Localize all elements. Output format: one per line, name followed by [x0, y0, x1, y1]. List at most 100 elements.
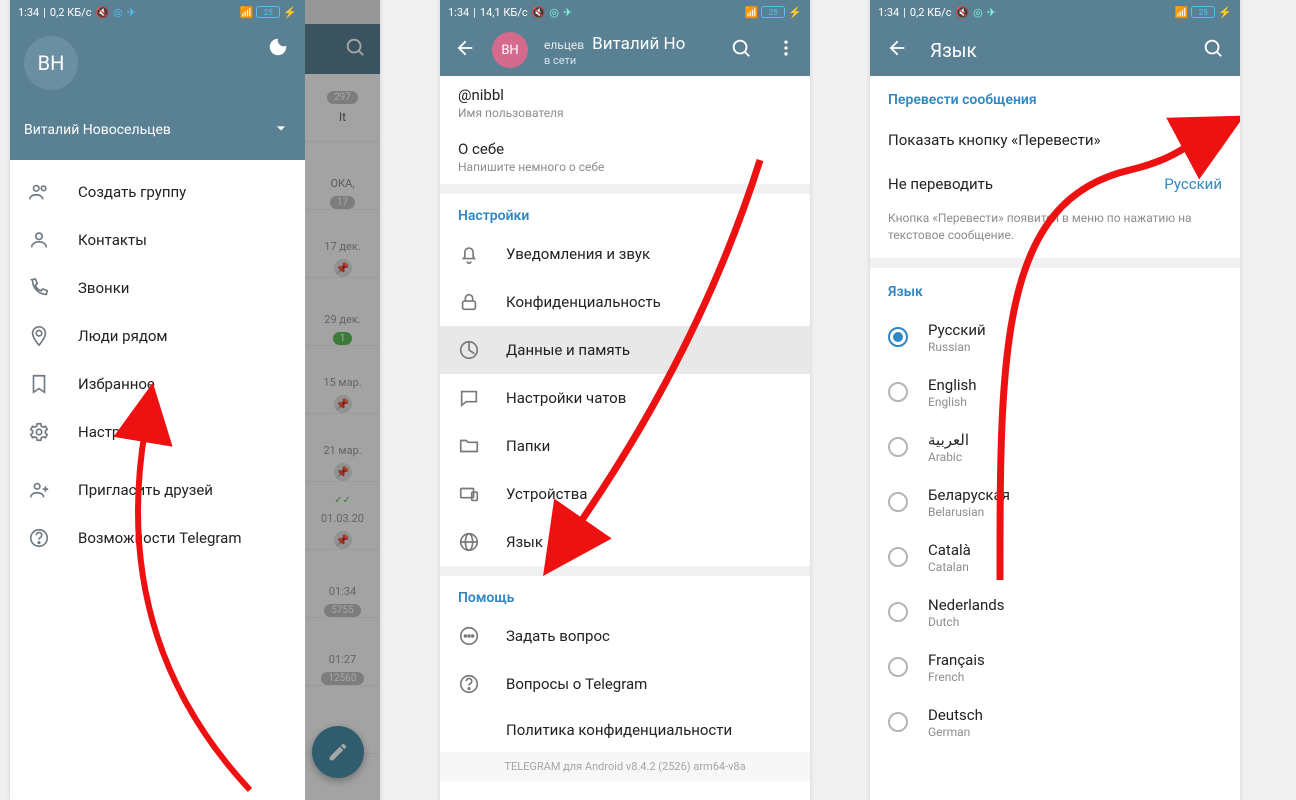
- screenshot-drawer: 297 It ОКА, 17 17 дек. 📌 29 дек. 1 15 ма…: [10, 0, 380, 800]
- user-name: Виталий Новосельцев: [24, 122, 171, 138]
- section-translate: Перевести сообщения: [870, 76, 1240, 118]
- section-title-help: Помощь: [440, 576, 810, 612]
- radio-icon: [888, 712, 908, 732]
- status-time: 1:34: [18, 6, 39, 19]
- row-language[interactable]: Язык: [440, 518, 810, 566]
- question-icon: [458, 673, 480, 695]
- menu-features[interactable]: Возможности Telegram: [10, 514, 305, 562]
- version-label: TELEGRAM для Android v8.4.2 (2526) arm64…: [440, 752, 810, 781]
- mute-icon: 🔇: [955, 6, 969, 19]
- invite-icon: [28, 479, 50, 501]
- row-devices[interactable]: Устройства: [440, 470, 810, 518]
- profile-avatar[interactable]: BH: [492, 32, 528, 68]
- radio-icon: [888, 492, 908, 512]
- battery-icon: 25: [761, 6, 785, 18]
- language-option[interactable]: DeutschGerman: [870, 695, 1240, 750]
- charging-icon: ⚡: [283, 6, 297, 19]
- telegram-icon: ✈: [563, 6, 572, 19]
- menu-invite[interactable]: Пригласить друзей: [10, 466, 305, 514]
- language-option[interactable]: NederlandsDutch: [870, 585, 1240, 640]
- drawer-menu: Создать группу Контакты Звонки Люди рядо…: [10, 160, 305, 570]
- row-notifications[interactable]: Уведомления и звук: [440, 230, 810, 278]
- mute-icon: 🔇: [95, 6, 109, 19]
- radio-icon: [888, 327, 908, 347]
- profile-title: ельцев Виталий Но в сети: [544, 34, 714, 67]
- signal-icon: 📶: [1175, 6, 1189, 19]
- menu-settings[interactable]: Настройки: [10, 408, 305, 456]
- radio-icon: [888, 657, 908, 677]
- charging-icon: ⚡: [788, 6, 802, 19]
- language-option[interactable]: CatalàCatalan: [870, 530, 1240, 585]
- mute-icon: 🔇: [532, 6, 546, 19]
- status-time: 1:34: [878, 6, 899, 19]
- status-bar: 1:34 | 0,2 КБ/с 🔇 ◎ ✈ 📶 25 ⚡: [870, 0, 1240, 24]
- user-avatar[interactable]: BH: [24, 36, 78, 90]
- toggle-switch[interactable]: [1188, 131, 1222, 149]
- menu-calls[interactable]: Звонки: [10, 264, 305, 312]
- menu-label: Пригласить друзей: [78, 481, 213, 499]
- row-data[interactable]: Данные и память: [440, 326, 810, 374]
- menu-nearby[interactable]: Люди рядом: [10, 312, 305, 360]
- menu-label: Возможности Telegram: [78, 529, 242, 547]
- row-chat-settings[interactable]: Настройки чатов: [440, 374, 810, 422]
- globe-icon: [458, 531, 480, 553]
- back-icon[interactable]: [454, 37, 476, 63]
- radio-icon: [888, 602, 908, 622]
- menu-label: Избранное: [78, 375, 155, 393]
- language-option[interactable]: EnglishEnglish: [870, 365, 1240, 420]
- bell-icon: [458, 243, 480, 265]
- section-title-settings: Настройки: [440, 194, 810, 230]
- signal-icon: 📶: [745, 6, 759, 19]
- folder-icon: [458, 435, 480, 457]
- app-icon: ◎: [973, 6, 983, 19]
- language-option[interactable]: العربيةArabic: [870, 420, 1240, 475]
- more-icon[interactable]: [776, 38, 796, 62]
- menu-label: Звонки: [78, 279, 129, 297]
- back-icon[interactable]: [886, 37, 908, 64]
- row-dont-translate[interactable]: Не переводить Русский: [870, 162, 1240, 206]
- radio-icon: [888, 437, 908, 457]
- status-time: 1:34: [448, 6, 469, 19]
- status-net: 0,2 КБ/с: [50, 6, 92, 19]
- menu-label: Создать группу: [78, 183, 186, 201]
- translate-hint: Кнопка «Перевести» появится в меню по на…: [870, 206, 1240, 258]
- row-privacy[interactable]: Конфиденциальность: [440, 278, 810, 326]
- menu-label: Люди рядом: [78, 327, 168, 345]
- search-icon[interactable]: [730, 37, 752, 63]
- row-show-translate[interactable]: Показать кнопку «Перевести»: [870, 118, 1240, 162]
- username-row[interactable]: @nibbl Имя пользователя: [440, 76, 810, 130]
- language-option[interactable]: FrançaisFrench: [870, 640, 1240, 695]
- menu-saved[interactable]: Избранное: [10, 360, 305, 408]
- radio-icon: [888, 382, 908, 402]
- language-list: РусскийRussian EnglishEnglish العربيةAra…: [870, 310, 1240, 750]
- search-icon[interactable]: [1202, 37, 1224, 64]
- page-title: Язык: [930, 39, 1180, 62]
- nearby-icon: [28, 325, 50, 347]
- bookmark-icon: [28, 373, 50, 395]
- telegram-icon: ✈: [987, 6, 996, 19]
- app-icon: ◎: [113, 6, 123, 19]
- row-ask[interactable]: Задать вопрос: [440, 612, 810, 660]
- status-net: 0,2 КБ/с: [910, 6, 952, 19]
- language-option[interactable]: БеларускаяBelarusian: [870, 475, 1240, 530]
- menu-label: Настройки: [78, 423, 154, 441]
- language-option[interactable]: РусскийRussian: [870, 310, 1240, 365]
- devices-icon: [458, 483, 480, 505]
- phone-icon: [28, 277, 50, 299]
- telegram-icon: ✈: [127, 6, 136, 19]
- battery-icon: 25: [256, 6, 280, 18]
- language-header: Язык: [870, 24, 1240, 76]
- app-icon: ◎: [549, 6, 559, 19]
- drawer-header: BH Виталий Новосельцев: [10, 24, 305, 160]
- row-folders[interactable]: Папки: [440, 422, 810, 470]
- expand-icon[interactable]: [271, 118, 291, 142]
- menu-new-group[interactable]: Создать группу: [10, 168, 305, 216]
- menu-contacts[interactable]: Контакты: [10, 216, 305, 264]
- chat-icon: [458, 387, 480, 409]
- row-faq[interactable]: Вопросы о Telegram: [440, 660, 810, 708]
- signal-icon: 📶: [240, 6, 254, 19]
- section-language: Язык: [870, 268, 1240, 310]
- row-privacy-policy[interactable]: Политика конфиденциальности: [440, 708, 810, 752]
- theme-toggle-icon[interactable]: [267, 36, 289, 62]
- about-row[interactable]: О себе Напишите немного о себе: [440, 130, 810, 184]
